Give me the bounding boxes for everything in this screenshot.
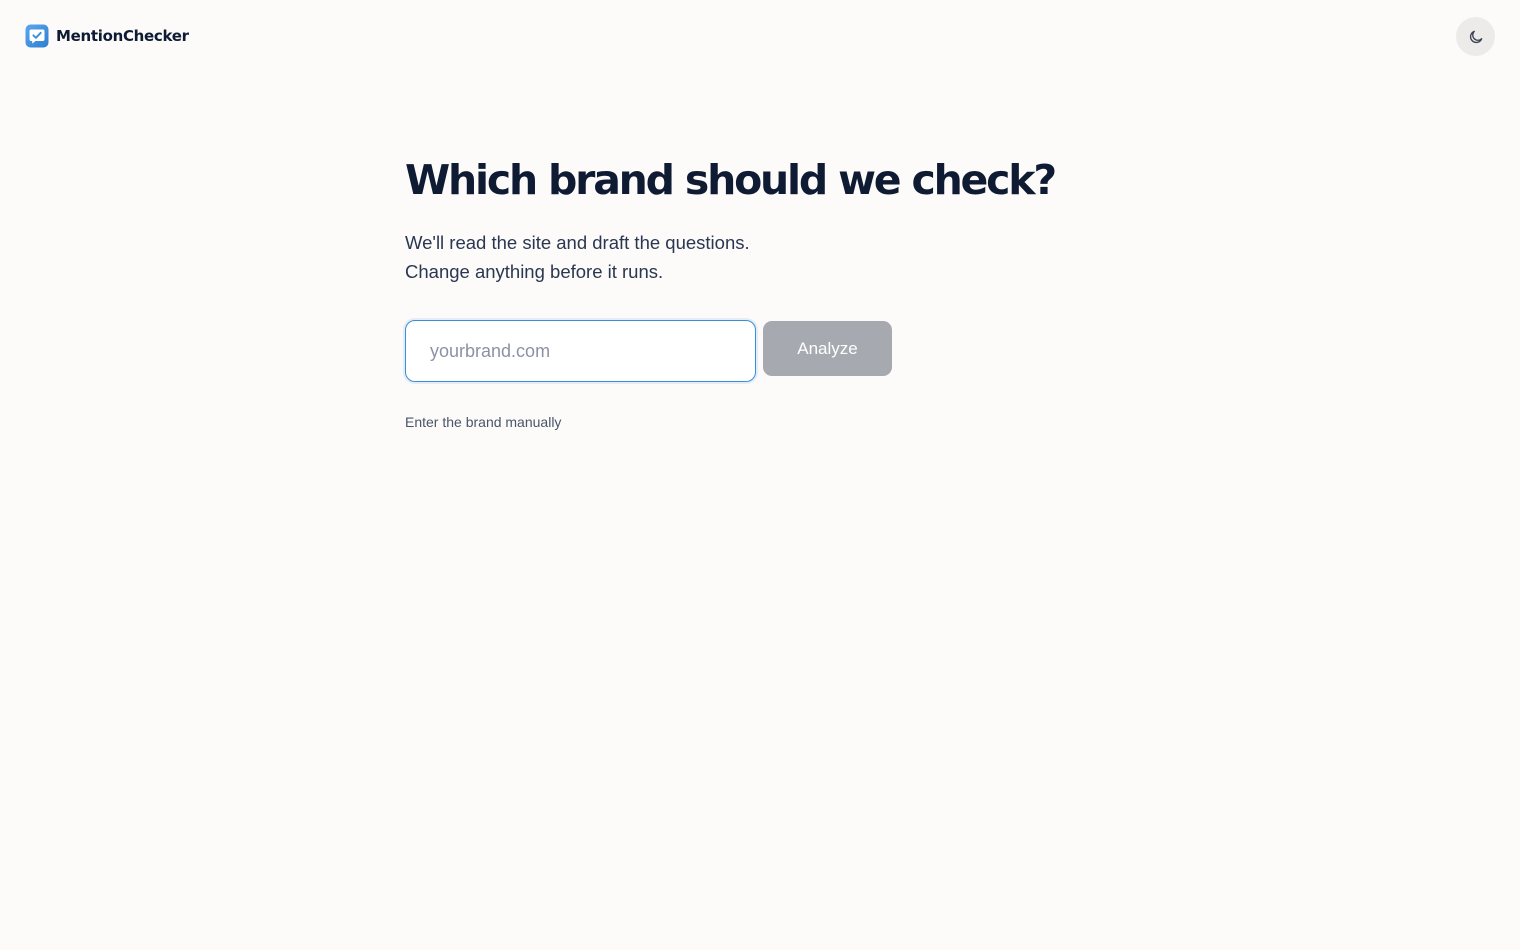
subtitle-line-1: We'll read the site and draft the questi… [405,232,750,253]
top-bar: MentionChecker [0,0,1520,74]
chat-check-icon [25,24,49,48]
subtitle-line-2: Change anything before it runs. [405,261,664,282]
theme-toggle-button[interactable] [1456,17,1495,56]
brand-url-input[interactable] [405,320,756,382]
brand-form-section: Which brand should we check? We'll read … [405,152,1125,432]
page-title: Which brand should we check? [405,156,1057,204]
analyze-form: Analyze [405,320,1125,382]
brand-name: MentionChecker [56,27,189,45]
page-subtitle: We'll read the site and draft the questi… [405,228,1125,286]
analyze-button[interactable]: Analyze [763,321,892,376]
enter-brand-manually-link[interactable]: Enter the brand manually [405,414,561,430]
logo-link[interactable]: MentionChecker [25,24,189,48]
moon-icon [1469,30,1482,43]
